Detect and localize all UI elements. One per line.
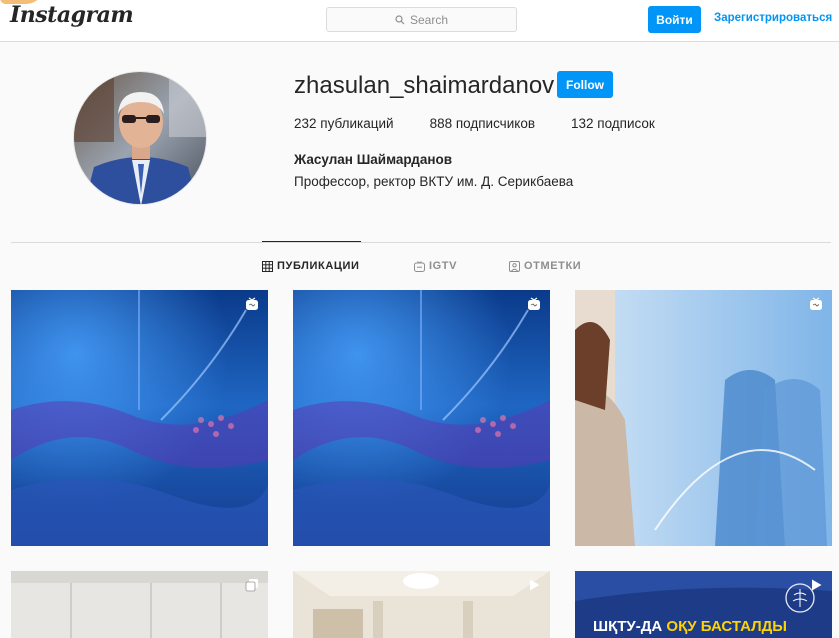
instagram-logo[interactable]: Instagram — [10, 2, 134, 28]
tab-tagged[interactable]: ОТМЕТКИ — [509, 260, 581, 272]
igtv-badge-icon — [810, 297, 822, 310]
tabs-divider — [11, 242, 831, 243]
profile-avatar[interactable] — [73, 71, 207, 205]
login-button[interactable]: Войти — [648, 6, 701, 33]
caption-main: ШҚТУ-ДА — [593, 618, 667, 635]
post-tile[interactable] — [293, 571, 550, 638]
carousel-badge-icon — [245, 579, 258, 592]
profile-username: zhasulan_shaimardanov — [294, 72, 555, 99]
post-caption-banner: ШҚТУ-ДА ОҚУ БАСТАЛДЫ — [593, 618, 787, 635]
post-thumbnail — [11, 571, 268, 638]
grid-icon — [262, 260, 273, 272]
post-tile[interactable] — [575, 290, 832, 546]
igtv-badge-icon — [246, 297, 258, 310]
tab-tagged-label: ОТМЕТКИ — [524, 260, 582, 272]
search-icon — [395, 14, 405, 24]
caption-highlight: ОҚУ БАСТАЛДЫ — [666, 618, 787, 635]
tagged-icon — [509, 260, 520, 272]
post-thumbnail — [11, 290, 268, 546]
post-thumbnail — [293, 290, 550, 546]
post-tile[interactable] — [11, 571, 268, 638]
post-tile[interactable]: ШҚТУ-ДА ОҚУ БАСТАЛДЫ — [575, 571, 832, 638]
play-badge-icon — [530, 579, 540, 591]
active-tab-indicator — [262, 241, 361, 242]
tab-igtv[interactable]: IGTV — [414, 260, 457, 272]
search-placeholder: Search — [409, 12, 449, 27]
profile-full-name: Жасулан Шаймарданов — [294, 152, 453, 167]
signup-link[interactable]: Зарегистрироваться — [714, 12, 832, 24]
follow-button[interactable]: Follow — [557, 71, 613, 98]
post-tile[interactable] — [11, 290, 268, 546]
igtv-badge-icon — [528, 297, 540, 310]
post-thumbnail — [293, 571, 550, 638]
profile-bio: Профессор, ректор ВКТУ им. Д. Серикбаева — [294, 174, 574, 189]
followers-count[interactable]: 888 подписчиков — [430, 116, 535, 131]
profile-stats: 232 публикаций 888 подписчиков 132 подпи… — [294, 116, 691, 131]
posts-count: 232 публикаций — [294, 116, 394, 131]
avatar-photo — [74, 72, 206, 204]
igtv-icon — [414, 260, 425, 272]
play-badge-icon — [812, 579, 822, 591]
post-tile[interactable] — [293, 290, 550, 546]
following-count[interactable]: 132 подписок — [571, 116, 655, 131]
tab-igtv-label: IGTV — [429, 260, 458, 272]
search-input[interactable]: Search — [326, 7, 517, 32]
tab-posts-label: ПУБЛИКАЦИИ — [277, 260, 360, 272]
top-navigation-bar: Instagram Search Войти Зарегистрироватьс… — [0, 0, 839, 42]
tab-posts[interactable]: ПУБЛИКАЦИИ — [262, 260, 360, 272]
post-thumbnail — [575, 290, 832, 546]
